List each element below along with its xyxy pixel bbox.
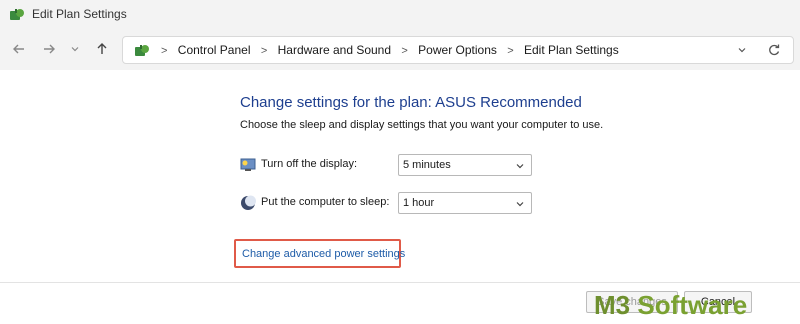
page-description: Choose the sleep and display settings th… [240,119,604,131]
back-arrow-icon [13,44,24,54]
display-timeout-label: Turn off the display: [261,158,357,170]
title-bar: Edit Plan Settings [0,0,800,30]
breadcrumb-edit-plan-settings[interactable]: Edit Plan Settings [524,43,619,57]
display-timeout-value: 5 minutes [403,159,451,171]
advanced-power-settings-link[interactable]: Change advanced power settings [242,248,405,260]
forward-button[interactable] [38,38,60,60]
sleep-timeout-row: Put the computer to sleep: 1 hour [240,192,540,216]
watermark-logo: M3 Software [594,290,747,321]
recent-locations-button[interactable] [64,38,86,60]
breadcrumb-separator: > [401,45,408,57]
chevron-down-icon [516,164,524,169]
moon-icon [241,195,256,210]
divider [0,282,800,283]
page-title: Change settings for the plan: ASUS Recom… [240,94,582,111]
navigation-bar: > Control Panel > Hardware and Sound > P… [0,30,800,70]
up-arrow-icon [97,43,107,54]
breadcrumb-separator: > [507,45,514,57]
forward-arrow-icon [44,44,55,54]
up-button[interactable] [91,38,113,60]
breadcrumb-control-panel[interactable]: Control Panel [178,43,251,57]
watermark-m3: M3 [594,290,631,320]
breadcrumb-separator: > [161,45,168,57]
address-bar[interactable]: > Control Panel > Hardware and Sound > P… [122,36,794,64]
monitor-icon [240,158,256,171]
breadcrumb-hardware-and-sound[interactable]: Hardware and Sound [278,43,391,57]
back-button[interactable] [8,38,30,60]
breadcrumb-separator: > [260,45,268,57]
watermark-software: Software [630,290,748,320]
chevron-down-icon[interactable] [737,45,747,55]
sleep-timeout-select[interactable]: 1 hour [398,192,532,214]
control-panel-icon [135,45,149,56]
advanced-settings-highlight: Change advanced power settings [234,239,405,268]
chevron-down-icon [71,47,79,52]
main-content: Change settings for the plan: ASUS Recom… [0,70,800,324]
sleep-timeout-label: Put the computer to sleep: [261,196,390,208]
breadcrumb: > Control Panel > Hardware and Sound > P… [161,43,619,57]
display-timeout-select[interactable]: 5 minutes [398,154,532,176]
chevron-down-icon [516,202,524,207]
sleep-timeout-value: 1 hour [403,197,435,209]
power-plan-icon [10,9,24,20]
display-timeout-row: Turn off the display: 5 minutes [240,154,540,178]
window-title: Edit Plan Settings [32,7,127,21]
refresh-icon[interactable] [767,43,781,57]
breadcrumb-power-options[interactable]: Power Options [418,43,497,57]
